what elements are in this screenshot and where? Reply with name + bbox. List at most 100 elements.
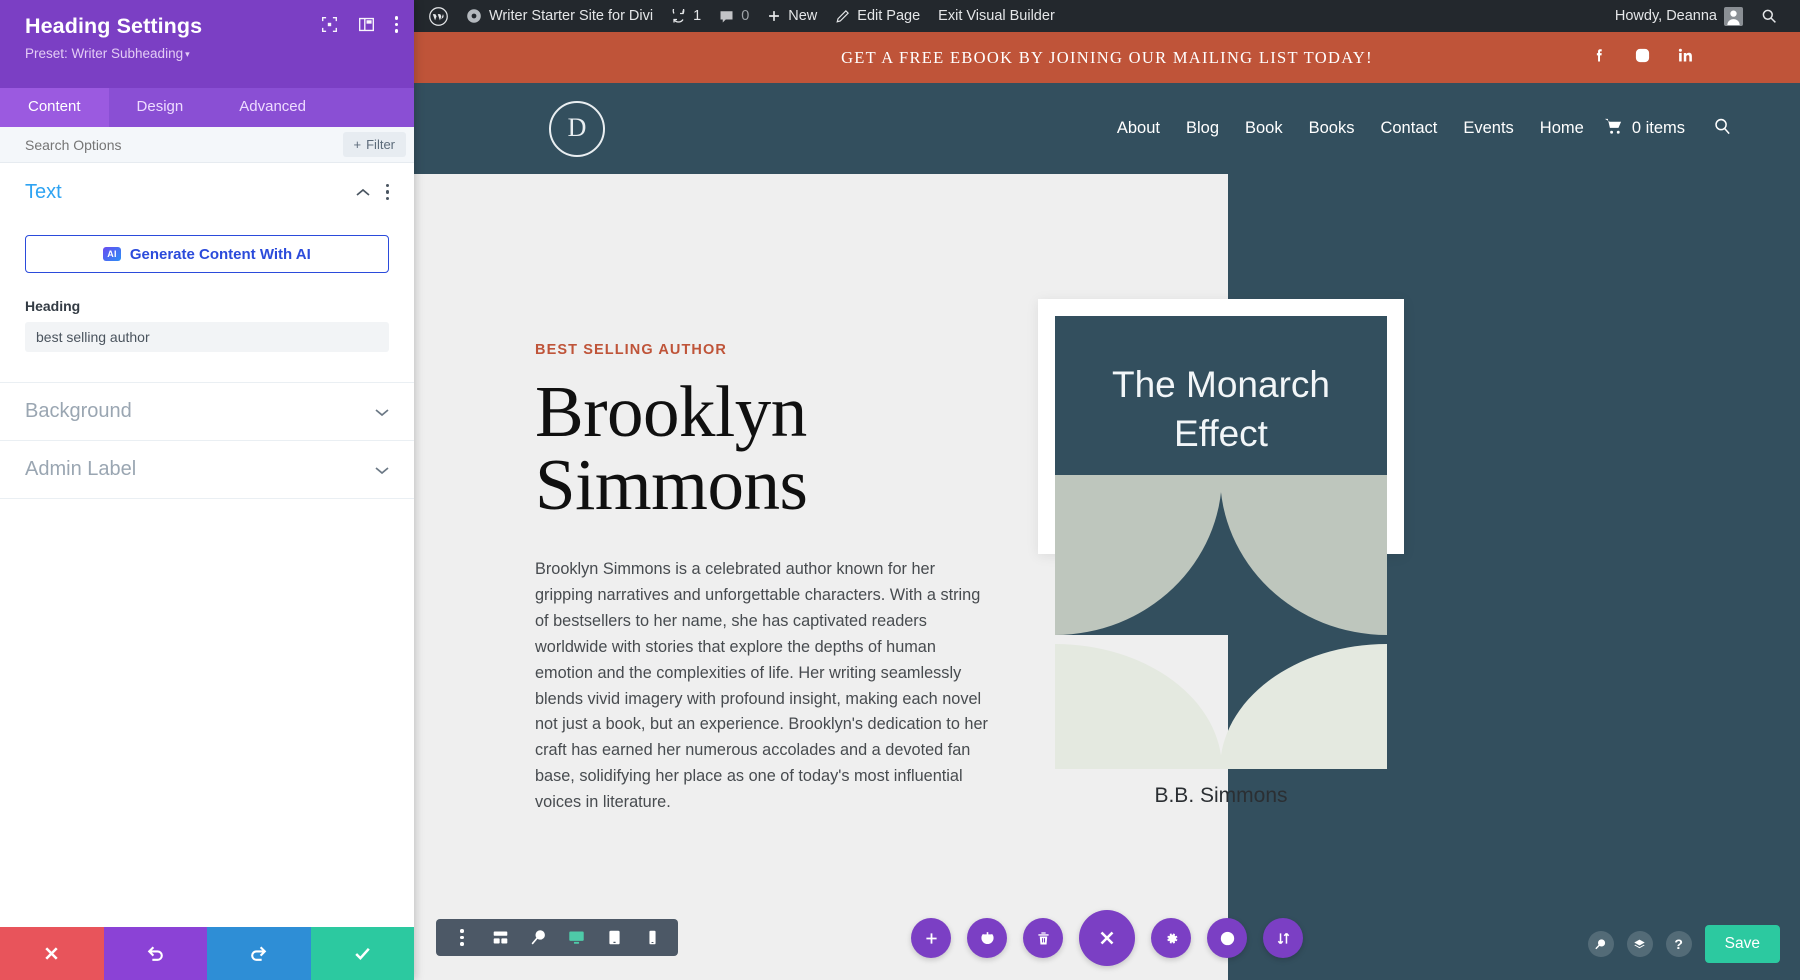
facebook-icon[interactable]	[1591, 47, 1608, 69]
desktop-icon[interactable]	[558, 919, 594, 956]
divi-logo-letter: D	[567, 112, 587, 142]
hero-heading-line1: Brooklyn	[535, 371, 807, 452]
builder-bottom-right-controls: ? Save	[1587, 925, 1780, 963]
nav-item-contact[interactable]: Contact	[1380, 119, 1437, 138]
trash-icon[interactable]	[1023, 918, 1063, 958]
sort-arrows-icon[interactable]	[1263, 918, 1303, 958]
history-clock-icon[interactable]	[1207, 918, 1247, 958]
chevron-down-icon[interactable]	[375, 404, 389, 420]
nav-item-books[interactable]: Books	[1309, 119, 1355, 138]
site-name-label: Writer Starter Site for Divi	[489, 8, 654, 24]
section-title-text: Text	[25, 180, 62, 203]
nav-search-icon[interactable]	[1713, 117, 1732, 141]
layers-icon[interactable]	[1626, 931, 1653, 957]
nav-item-events[interactable]: Events	[1463, 119, 1513, 138]
pencil-icon	[836, 9, 850, 23]
zoom-out-icon[interactable]	[520, 919, 556, 956]
avatar	[1724, 6, 1743, 26]
save-button[interactable]: Save	[1704, 925, 1780, 963]
book-title-line2: Effect	[1174, 413, 1268, 455]
admin-search-icon[interactable]	[1752, 0, 1786, 32]
redo-button[interactable]	[207, 927, 311, 980]
section-title-admin-label: Admin Label	[25, 458, 137, 480]
heading-field-label: Heading	[25, 298, 81, 314]
updates-count: 1	[693, 8, 702, 24]
cart-link[interactable]: 0 items	[1604, 117, 1685, 141]
heading-settings-panel: Heading Settings Preset: Writer Subheadi…	[0, 0, 414, 980]
search-input[interactable]	[25, 136, 343, 153]
focus-icon[interactable]	[321, 16, 338, 33]
panel-action-bar	[0, 927, 414, 980]
new-menu[interactable]: New	[758, 0, 826, 32]
comment-icon	[720, 10, 733, 22]
panel-tabs: Content Design Advanced	[0, 88, 414, 127]
builder-viewport: Writer Starter Site for Divi 1 0 New Edi…	[414, 0, 1800, 980]
cart-label: 0 items	[1631, 119, 1685, 137]
section-header-admin-label[interactable]: Admin Label	[0, 441, 414, 499]
undo-button[interactable]	[103, 927, 207, 980]
linkedin-icon[interactable]	[1677, 47, 1694, 69]
divi-logo[interactable]: D	[549, 100, 605, 157]
close-icon[interactable]	[1079, 910, 1135, 966]
book-card[interactable]: The Monarch Effect B.B. Simmons	[1038, 299, 1404, 807]
site-name-menu[interactable]: Writer Starter Site for Divi	[457, 0, 662, 32]
section-header-text[interactable]: Text	[0, 163, 414, 221]
search-icon[interactable]	[1587, 931, 1614, 957]
plus-icon	[769, 11, 780, 21]
chevron-down-icon[interactable]	[375, 462, 389, 478]
builder-action-buttons	[911, 910, 1303, 966]
power-icon[interactable]	[967, 918, 1007, 958]
promo-bar: GET A FREE EBOOK BY JOINING OUR MAILING …	[414, 32, 1800, 83]
cart-icon	[1604, 117, 1623, 141]
nav-item-blog[interactable]: Blog	[1186, 119, 1219, 138]
more-options-icon[interactable]	[444, 919, 480, 956]
generate-content-with-ai-button[interactable]: AI Generate Content With AI	[25, 235, 389, 273]
exit-visual-builder-menu[interactable]: Exit Visual Builder	[929, 0, 1064, 32]
save-button[interactable]	[310, 927, 414, 980]
howdy-menu[interactable]: Howdy, Deanna	[1606, 0, 1752, 32]
tab-design[interactable]: Design	[109, 88, 212, 127]
hero-heading-line2: Simmons	[535, 444, 808, 525]
wp-admin-bar: Writer Starter Site for Divi 1 0 New Edi…	[414, 0, 1800, 32]
new-label: New	[788, 8, 818, 24]
wp-logo-icon[interactable]	[420, 0, 457, 32]
section-title-background: Background	[25, 400, 132, 422]
book-title: The Monarch Effect	[1055, 360, 1387, 458]
more-vertical-icon[interactable]	[394, 16, 398, 33]
responsive-toolbar	[436, 919, 678, 956]
book-cover: The Monarch Effect B.B. Simmons	[1055, 316, 1387, 980]
heading-input[interactable]	[25, 322, 389, 352]
app-root: Heading Settings Preset: Writer Subheadi…	[0, 0, 1800, 980]
section-header-background[interactable]: Background	[0, 383, 414, 441]
wireframe-icon[interactable]	[482, 919, 518, 956]
chevron-up-icon[interactable]	[355, 184, 370, 200]
promo-social-links	[1591, 47, 1694, 69]
help-icon[interactable]: ?	[1665, 931, 1692, 957]
tablet-icon[interactable]	[596, 919, 632, 956]
panel-header: Heading Settings Preset: Writer Subheadi…	[0, 0, 414, 88]
help-glyph: ?	[1674, 936, 1683, 952]
tab-advanced[interactable]: Advanced	[211, 88, 334, 127]
edit-page-menu[interactable]: Edit Page	[826, 0, 929, 32]
comments-count: 0	[741, 8, 750, 24]
edit-page-label: Edit Page	[857, 8, 921, 24]
instagram-icon[interactable]	[1634, 47, 1651, 69]
tab-content[interactable]: Content	[0, 88, 109, 127]
nav-item-about[interactable]: About	[1117, 119, 1160, 138]
book-author: B.B. Simmons	[1154, 784, 1288, 807]
phone-icon[interactable]	[634, 919, 670, 956]
site-navigation: D About Blog Book Books Contact Events H…	[414, 83, 1800, 174]
filter-label: Filter	[366, 137, 395, 152]
cancel-button[interactable]	[0, 927, 104, 980]
plus-icon: +	[353, 137, 362, 152]
add-icon[interactable]	[911, 918, 951, 958]
filter-button[interactable]: + Filter	[342, 132, 406, 157]
nav-item-home[interactable]: Home	[1540, 119, 1584, 138]
gear-icon[interactable]	[1151, 918, 1191, 958]
panel-preset-selector[interactable]: Preset: Writer Subheading ▾	[25, 46, 394, 61]
layout-columns-icon[interactable]	[358, 16, 375, 33]
comments-menu[interactable]: 0	[710, 0, 758, 32]
updates-menu[interactable]: 1	[662, 0, 710, 32]
nav-item-book[interactable]: Book	[1245, 119, 1283, 138]
section-more-icon[interactable]	[385, 183, 389, 201]
